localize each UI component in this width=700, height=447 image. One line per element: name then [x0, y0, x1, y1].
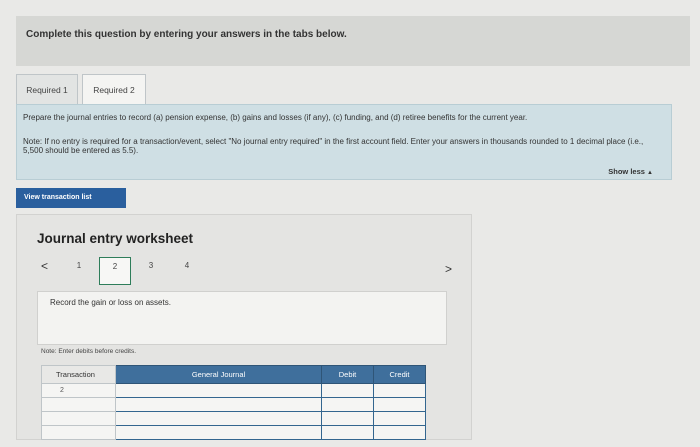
account-select[interactable] — [115, 383, 322, 398]
tab-required-2[interactable]: Required 2 — [82, 74, 146, 104]
table-row — [41, 411, 426, 426]
chevron-right-icon[interactable]: > — [445, 262, 452, 276]
tab-required-1[interactable]: Required 1 — [16, 74, 78, 104]
debit-input[interactable] — [321, 397, 374, 412]
table-row — [41, 425, 426, 440]
table-row — [41, 397, 426, 412]
credit-header: Credit — [373, 365, 426, 384]
credit-input[interactable] — [373, 397, 426, 412]
general-journal-header: General Journal — [115, 365, 322, 384]
page-1-button[interactable]: 1 — [63, 257, 95, 287]
debit-header: Debit — [321, 365, 374, 384]
page-3-button[interactable]: 3 — [135, 257, 167, 287]
account-select[interactable] — [115, 397, 322, 412]
table-row: 2 — [41, 383, 426, 398]
question-header: Complete this question by entering your … — [16, 16, 690, 66]
transaction-cell — [41, 397, 116, 412]
transaction-header: Transaction — [41, 365, 116, 384]
worksheet-title: Journal entry worksheet — [37, 231, 194, 246]
debits-note: Note: Enter debits before credits. — [41, 348, 137, 355]
triangle-up-icon: ▲ — [647, 170, 653, 176]
account-select[interactable] — [115, 425, 322, 440]
transaction-cell — [41, 425, 116, 440]
instructions-panel: Prepare the journal entries to record (a… — [16, 104, 672, 180]
credit-input[interactable] — [373, 411, 426, 426]
instructions-text: Prepare the journal entries to record (a… — [23, 113, 528, 122]
show-less-link[interactable]: Show less ▲ — [608, 167, 653, 176]
account-select[interactable] — [115, 411, 322, 426]
chevron-left-icon[interactable]: < — [41, 259, 48, 273]
transaction-cell — [41, 411, 116, 426]
journal-entry-worksheet: Journal entry worksheet < 1 2 3 4 > Reco… — [16, 214, 472, 440]
question-title: Complete this question by entering your … — [26, 29, 347, 40]
entry-description-box: Record the gain or loss on assets. — [37, 291, 447, 345]
instructions-note: Note: If no entry is required for a tran… — [23, 137, 644, 155]
credit-input[interactable] — [373, 383, 426, 398]
debit-input[interactable] — [321, 383, 374, 398]
transaction-cell: 2 — [41, 383, 116, 398]
debit-input[interactable] — [321, 411, 374, 426]
credit-input[interactable] — [373, 425, 426, 440]
view-transaction-list-button[interactable]: View transaction list — [16, 188, 126, 208]
journal-table: Transaction General Journal Debit Credit… — [41, 365, 426, 440]
page-4-button[interactable]: 4 — [171, 257, 203, 287]
entry-description: Record the gain or loss on assets. — [50, 298, 171, 307]
page-2-button[interactable]: 2 — [99, 257, 131, 285]
debit-input[interactable] — [321, 425, 374, 440]
